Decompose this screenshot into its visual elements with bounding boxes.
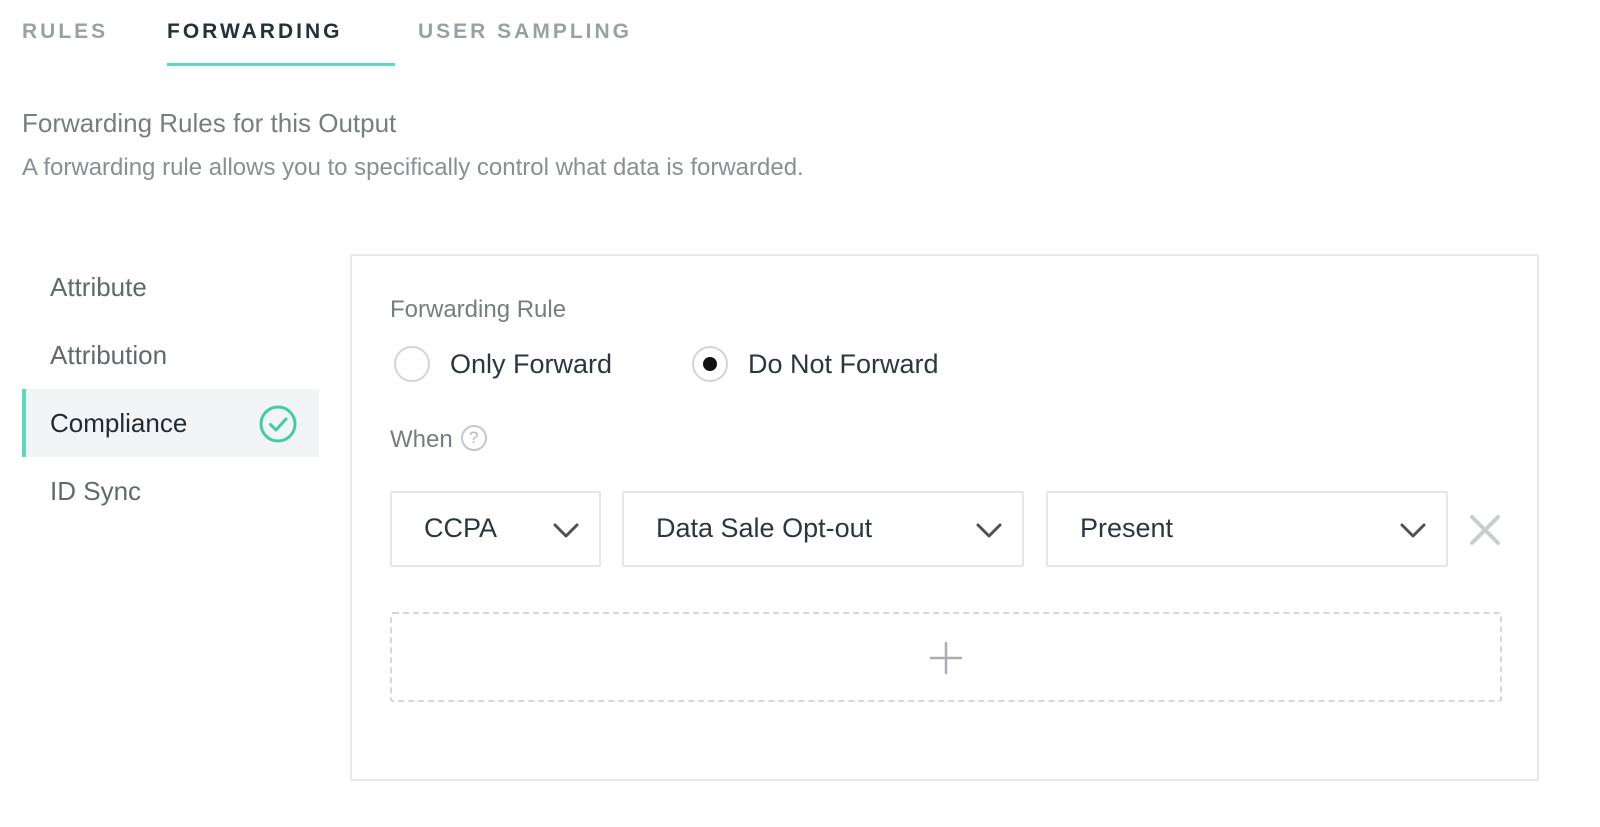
nav-item-id-sync[interactable]: ID Sync	[22, 457, 319, 525]
nav-item-attribution[interactable]: Attribution	[22, 321, 319, 389]
when-label: When ?	[390, 425, 487, 454]
forwarding-page: RULES FORWARDING USER SAMPLING Forwardin…	[0, 0, 1600, 827]
select-value: Data Sale Opt-out	[656, 513, 873, 543]
radio-circle[interactable]	[394, 346, 430, 382]
tab-bar: RULES FORWARDING USER SAMPLING	[22, 0, 678, 68]
radio-label: Do Not Forward	[748, 348, 939, 379]
select-value: CCPA	[424, 513, 498, 543]
rule-type-nav: Attribute Attribution Compliance ID Sync	[22, 253, 319, 525]
check-circle-icon	[259, 405, 297, 443]
select-value: Present	[1080, 513, 1174, 543]
compliance-field-select[interactable]: Data Sale Opt-out	[622, 491, 1024, 567]
chevron-down-icon	[553, 523, 579, 538]
chevron-down-icon	[1400, 523, 1426, 538]
plus-icon	[929, 641, 963, 675]
chevron-down-icon	[976, 523, 1002, 538]
nav-item-label: ID Sync	[50, 475, 142, 506]
forwarding-rule-label: Forwarding Rule	[390, 296, 567, 323]
compliance-type-select[interactable]: CCPA	[390, 491, 601, 567]
forwarding-rule-panel: Forwarding Rule Only Forward Do Not Forw…	[350, 254, 1539, 781]
compliance-condition-select[interactable]: Present	[1046, 491, 1448, 567]
nav-item-attribute[interactable]: Attribute	[22, 253, 319, 321]
radio-label: Only Forward	[450, 348, 613, 379]
close-icon[interactable]	[1468, 513, 1502, 547]
nav-item-compliance[interactable]: Compliance	[22, 389, 319, 457]
tab-rules[interactable]: RULES	[22, 0, 167, 68]
add-condition-button[interactable]	[390, 612, 1502, 702]
question-circle-icon[interactable]: ?	[460, 425, 487, 451]
do-not-forward-radio[interactable]: Do Not Forward	[692, 344, 939, 384]
nav-item-label: Compliance	[50, 407, 188, 438]
nav-item-label: Attribution	[50, 339, 168, 370]
radio-circle-checked[interactable]	[692, 346, 728, 382]
nav-item-label: Attribute	[50, 271, 147, 302]
only-forward-radio[interactable]: Only Forward	[394, 344, 612, 384]
section-title: Forwarding Rules for this Output	[22, 108, 397, 138]
tab-user-sampling[interactable]: USER SAMPLING	[418, 0, 678, 68]
section-description: A forwarding rule allows you to specific…	[22, 154, 804, 181]
when-label-text: When	[390, 426, 453, 453]
tab-forwarding[interactable]: FORWARDING	[167, 0, 418, 68]
